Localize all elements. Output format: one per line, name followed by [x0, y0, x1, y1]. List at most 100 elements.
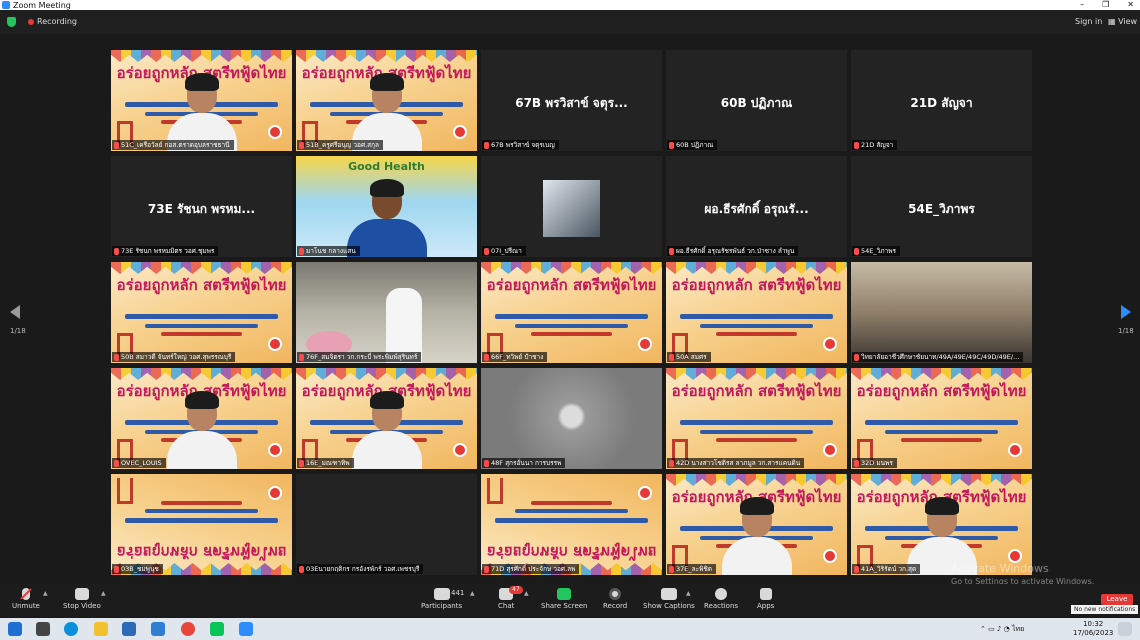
participant-name: 37E_ละพิชิต [676, 565, 713, 573]
camera-off-name: 54E_วิภาพร [908, 202, 975, 216]
maximize-button[interactable]: ❐ [1102, 0, 1109, 9]
poster-background: อร่อยถูกหลัก สตรีทฟู้ดไทย [851, 368, 1032, 469]
participant-name-tag: 50B สมาวดี จันทร์ใหญ่ วอศ.สุพรรณบุรี [112, 352, 236, 362]
sign-in-button[interactable]: Sign in [1075, 17, 1102, 26]
previous-page-arrow-icon[interactable] [10, 305, 20, 319]
record-button[interactable]: Record [603, 588, 627, 610]
mail-icon[interactable] [151, 622, 165, 636]
participant-tile[interactable]: 07I_ปรีณา [481, 156, 662, 257]
chat-unread-badge: 47 [509, 586, 523, 594]
share-screen-button[interactable]: Share Screen [541, 588, 588, 610]
muted-microphone-icon [21, 588, 30, 600]
leave-button[interactable]: Leave [1101, 594, 1133, 605]
participant-tile[interactable]: อร่อยถูกหลัก สตรีทฟู้ดไทย OVEC_LOUIS [111, 368, 292, 469]
participant-tile[interactable]: ผอ.ธีรศักดิ์ อรุณรั... ผอ.ธีรศักดิ์ อรุณร… [666, 156, 847, 257]
windows-watermark-title: Activate Windows [951, 562, 1049, 575]
participants-options-caret-icon[interactable]: ▲ [470, 590, 475, 597]
unmute-button[interactable]: Unmute [12, 588, 40, 610]
task-view-icon[interactable] [36, 622, 50, 636]
zoom-taskbar-icon[interactable] [239, 622, 253, 636]
file-explorer-icon[interactable] [94, 622, 108, 636]
poster-title: อร่อยถูกหลัก สตรีทฟู้ดไทย [116, 543, 287, 561]
minimize-button[interactable]: – [1080, 0, 1084, 9]
participant-video-person [721, 497, 792, 575]
participant-name: OVEC_LOUIS [121, 459, 162, 467]
participant-name: 66F_ทวิพย์ ปำชาง [491, 353, 544, 361]
close-button[interactable]: ✕ [1127, 0, 1134, 9]
blurred-video [481, 368, 662, 469]
window-title: Zoom Meeting [13, 0, 71, 10]
poster-subtitle-bar [716, 438, 797, 442]
stop-video-button[interactable]: Stop Video [63, 588, 101, 610]
input-language[interactable]: ไทย [1012, 625, 1024, 633]
participant-tile[interactable]: อร่อยถูกหลัก สตรีทฟู้ดไทย 51B_ครูศรีอนุญ … [296, 50, 477, 151]
temple-gate-icon [117, 478, 133, 504]
participant-tile[interactable]: อร่อยถูกหลัก สตรีทฟู้ดไทย 16E_มณฑาทิพ [296, 368, 477, 469]
participant-name: 42D นางสาวโชติรส ลาภมูล วก.สารแคนดิน [676, 459, 801, 467]
participant-tile[interactable]: วิทยาลัยอาชีวศึกษาชัยนาท/49A/49E/49C/49D… [851, 262, 1032, 363]
security-shield-icon[interactable] [7, 17, 16, 27]
video-scene [296, 262, 477, 363]
participant-name-tag: 60B ปฏิภาณ [667, 140, 718, 150]
participant-tile[interactable]: อร่อยถูกหลัก สตรีทฟู้ดไทย 41A_วิริรัตน์ ว… [851, 474, 1032, 575]
participant-tile[interactable]: 21D สัญจา 21D สัญจา [851, 50, 1032, 151]
taskbar-clock[interactable]: 10:32 17/06/2023 [1073, 620, 1113, 638]
participant-name-tag: 76F_สมจิตรา วก.กระบี่ พระพิมพ์สุรินทร์ [297, 352, 422, 362]
bunting-decoration [111, 50, 292, 62]
captions-options-caret-icon[interactable]: ▲ [686, 590, 691, 597]
poster-subtitle-bar [680, 420, 833, 425]
view-label: View [1118, 17, 1138, 26]
system-tray[interactable]: ⌃ ▭ ♪ ◔ ไทย [980, 624, 1024, 635]
participant-tile[interactable]: 54E_วิภาพร 54E_วิภาพร [851, 156, 1032, 257]
participant-tile[interactable]: อร่อยถูกหลัก สตรีทฟู้ดไทย 66F_ทวิพย์ ปำชา… [481, 262, 662, 363]
chrome-browser-icon[interactable] [181, 622, 195, 636]
poster-subtitle-bar [716, 332, 797, 336]
poster-subtitle-bar [885, 430, 998, 434]
muted-mic-icon [854, 141, 859, 149]
participant-tile[interactable]: อร่อยถูกหลัก สตรีทฟู้ดไทย 42D นางสาวโชติร… [666, 368, 847, 469]
apps-button[interactable]: Apps [757, 588, 774, 610]
participant-name: ผอ.ธีรศักดิ์ อรุณรัชรพันธ์ วก.ป่าซาง ลำพ… [676, 247, 795, 255]
line-app-icon[interactable] [210, 622, 224, 636]
participant-tile[interactable]: อร่อยถูกหลัก สตรีทฟู้ดไทย 03B_ชมพูนุช [111, 474, 292, 575]
share-screen-label: Share Screen [541, 602, 588, 610]
participant-video-person [166, 391, 237, 469]
store-icon[interactable] [122, 622, 136, 636]
participant-tile[interactable]: อร่อยถูกหลัก สตรีทฟู้ดไทย 51C_เครือวัลย์ … [111, 50, 292, 151]
notification-center-icon[interactable] [1118, 622, 1132, 636]
poster-background: อร่อยถูกหลัก สตรีทฟู้ดไทย [111, 262, 292, 363]
camera-off-name: ผอ.ธีรศักดิ์ อรุณรั... [704, 202, 809, 216]
participant-tile[interactable]: 67B พรวิสาข์ จตุร... 67B พรวิสาข์ จตุรเบญ [481, 50, 662, 151]
view-button[interactable]: ▦ View [1108, 17, 1137, 26]
participant-tile[interactable]: 03Eนายกฤติกร กรอังรพักร์ วอศ.เพชรบุรี [296, 474, 477, 575]
chat-options-caret-icon[interactable]: ▲ [524, 590, 529, 597]
participant-tile[interactable]: 60B ปฏิภาณ 60B ปฏิภาณ [666, 50, 847, 151]
participant-tile[interactable]: อร่อยถูกหลัก สตรีทฟู้ดไทย 32D มนพร [851, 368, 1032, 469]
muted-mic-icon [299, 565, 304, 573]
next-page-arrow-icon[interactable] [1121, 305, 1131, 319]
participant-tile[interactable]: 48F สุกรอั่นนา การบรรพ [481, 368, 662, 469]
windows-start-icon[interactable] [8, 622, 22, 636]
participant-name: มาโนช กลางแสน [306, 247, 356, 255]
bunting-decoration [296, 50, 477, 62]
person-body [351, 431, 422, 469]
page-indicator-right: 1/18 [1118, 327, 1134, 335]
participant-tile[interactable]: 76F_สมจิตรา วก.กระบี่ พระพิมพ์สุรินทร์ [296, 262, 477, 363]
participant-tile[interactable]: อร่อยถูกหลัก สตรีทฟู้ดไทย 50A สมศร [666, 262, 847, 363]
edge-browser-icon[interactable] [64, 622, 78, 636]
muted-mic-icon [484, 459, 489, 467]
participant-tile[interactable]: 73E รัชนก พรหม... 73E รัชนก พรหมมิตร วอศ.… [111, 156, 292, 257]
video-options-caret-icon[interactable]: ▲ [101, 590, 106, 597]
participant-name-tag: 03Eนายกฤติกร กรอังรพักร์ วอศ.เพชรบุรี [297, 564, 424, 574]
muted-mic-icon [114, 353, 119, 361]
captions-cc-icon [660, 588, 677, 600]
recording-label: Recording [37, 17, 78, 26]
participant-tile[interactable]: อร่อยถูกหลัก สตรีทฟู้ดไทย 37E_ละพิชิต [666, 474, 847, 575]
participant-tile[interactable]: Good Health มาโนช กลางแสน [296, 156, 477, 257]
muted-mic-icon [854, 247, 859, 255]
reactions-button[interactable]: Reactions [704, 588, 738, 610]
participant-tile[interactable]: อร่อยถูกหลัก สตรีทฟู้ดไทย 50B สมาวดี จันท… [111, 262, 292, 363]
participant-tile[interactable]: อร่อยถูกหลัก สตรีทฟู้ดไทย 71D สุรศักดิ์ ป… [481, 474, 662, 575]
participant-name-tag: 51C_เครือวัลย์ กอส.ตราดอุบลราชธานี [112, 140, 234, 150]
audio-options-caret-icon[interactable]: ▲ [43, 590, 48, 597]
